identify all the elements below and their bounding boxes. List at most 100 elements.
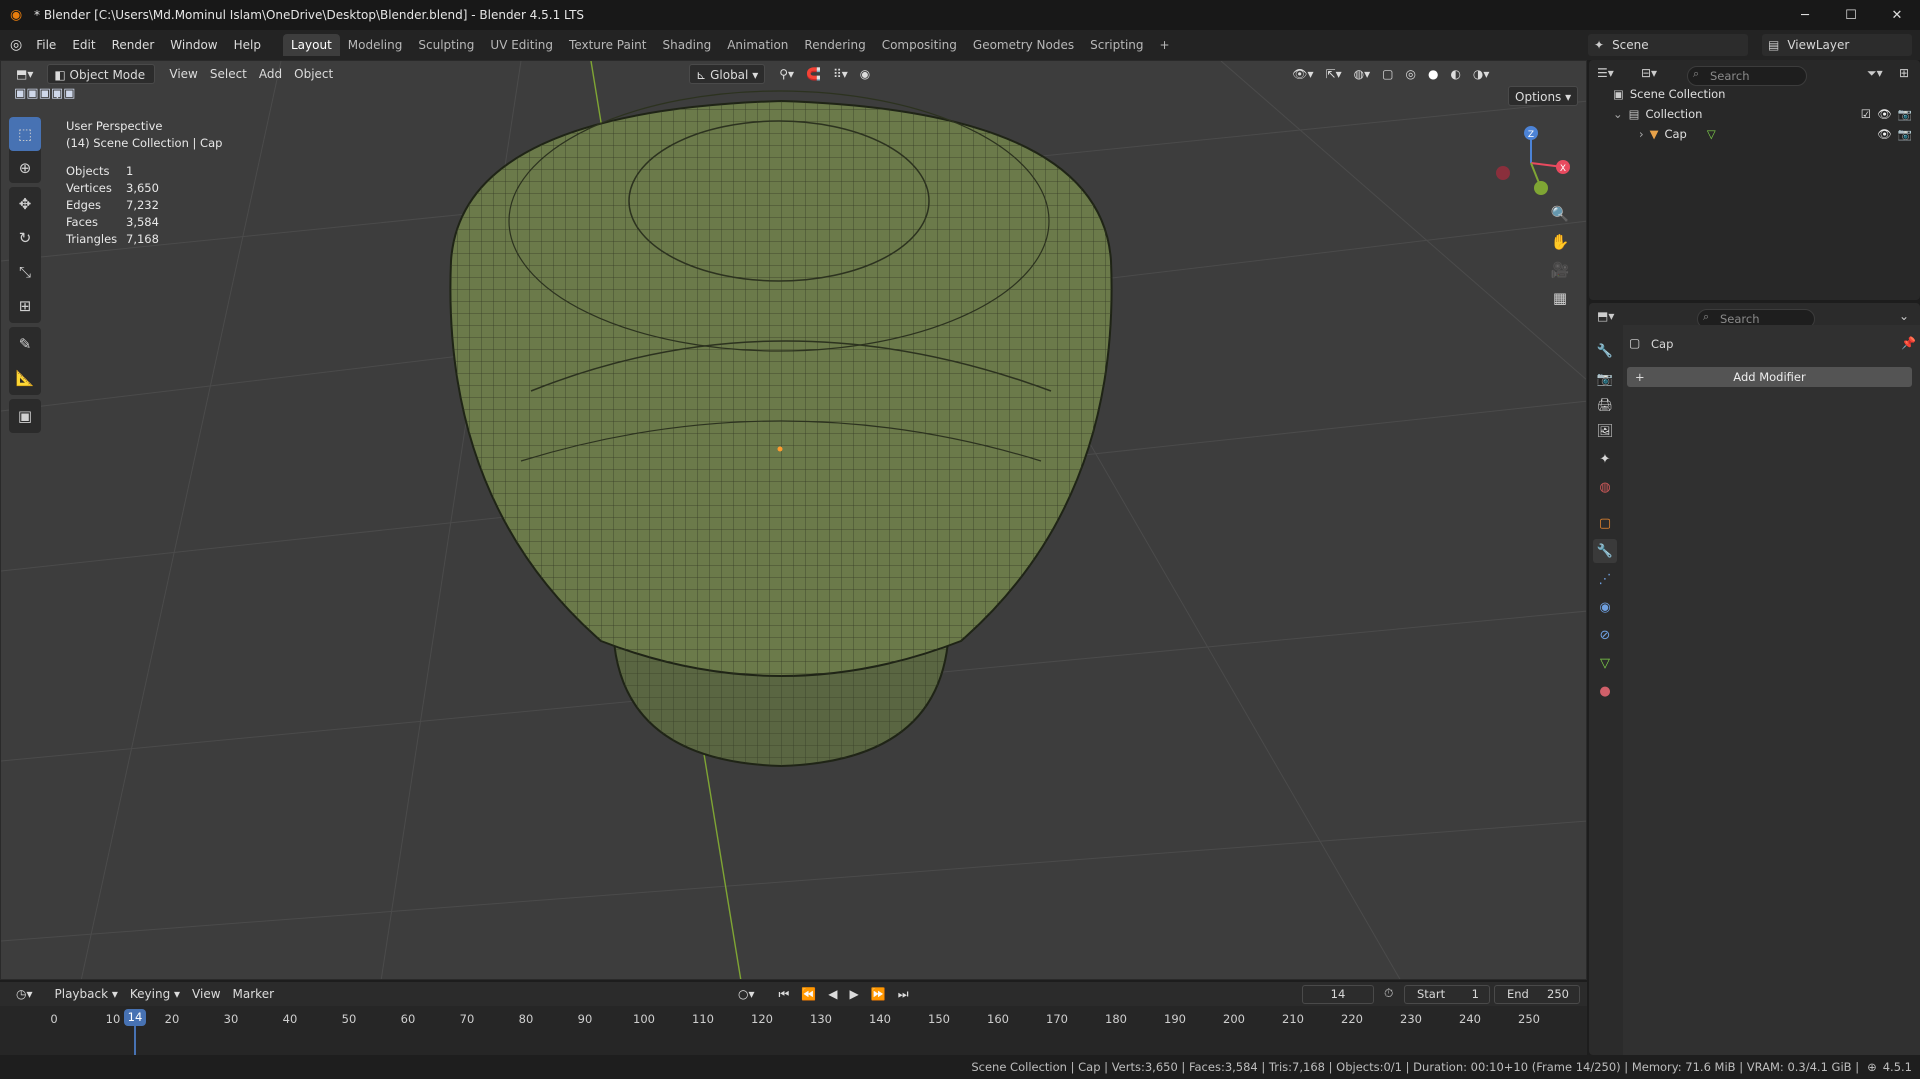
- tab-scripting[interactable]: Scripting: [1082, 34, 1151, 56]
- minimize-button[interactable]: ─: [1782, 0, 1828, 30]
- menu-object[interactable]: Object: [288, 64, 339, 84]
- auto-keying-icon[interactable]: ○▾: [732, 984, 761, 1004]
- new-collection-icon[interactable]: ⊞: [1899, 66, 1909, 80]
- timeline-editor-icon[interactable]: ◷▾: [10, 984, 39, 1004]
- menu-edit[interactable]: Edit: [64, 34, 103, 56]
- jump-keyframe-forward-icon[interactable]: ⏩: [865, 984, 892, 1004]
- scene-selector[interactable]: ✦ Scene: [1588, 34, 1748, 56]
- particles-properties-icon[interactable]: ⋰: [1593, 567, 1617, 591]
- orientation-dropdown[interactable]: ⊾ Global ▾: [689, 64, 766, 84]
- measure-tool-icon[interactable]: 📐: [9, 361, 41, 395]
- preview-range-icon[interactable]: ⏱: [1384, 986, 1393, 1001]
- visibility-icon[interactable]: 👁▾: [1286, 64, 1319, 84]
- options-dropdown[interactable]: Options ▾: [1508, 86, 1579, 106]
- shading-rendered-icon[interactable]: ◑▾: [1467, 64, 1496, 84]
- play-reverse-icon[interactable]: ◀: [822, 984, 843, 1004]
- pin-icon[interactable]: 📌: [1901, 336, 1916, 350]
- tab-modeling[interactable]: Modeling: [340, 34, 411, 56]
- scale-tool-icon[interactable]: ⤡: [9, 255, 41, 289]
- current-frame-field[interactable]: 14: [1302, 985, 1374, 1004]
- viewlayer-selector[interactable]: ▤ ViewLayer: [1762, 34, 1912, 56]
- menu-file[interactable]: File: [28, 34, 64, 56]
- rotate-tool-icon[interactable]: ↻: [9, 221, 41, 255]
- eye-icon[interactable]: 👁: [1877, 107, 1892, 121]
- tab-shading[interactable]: Shading: [654, 34, 719, 56]
- display-mode-icon[interactable]: ⊟▾: [1641, 66, 1657, 80]
- modifier-properties-icon[interactable]: 🔧: [1593, 539, 1617, 563]
- navigation-gizmo[interactable]: Z X: [1486, 123, 1576, 203]
- menu-help[interactable]: Help: [226, 34, 269, 56]
- end-frame-field[interactable]: End 250: [1494, 985, 1580, 1004]
- physics-properties-icon[interactable]: ◉: [1593, 595, 1617, 619]
- playhead-line[interactable]: [134, 1026, 136, 1055]
- world-properties-icon[interactable]: ◍: [1593, 475, 1617, 499]
- menu-add[interactable]: Add: [253, 64, 288, 84]
- shading-solid-icon[interactable]: ●: [1422, 64, 1444, 84]
- pan-hand-icon[interactable]: ✋: [1546, 229, 1574, 255]
- shading-wireframe-icon[interactable]: ◎: [1399, 64, 1421, 84]
- menu-select[interactable]: Select: [204, 64, 253, 84]
- outliner-editor-icon[interactable]: ☰▾: [1597, 66, 1614, 80]
- tab-uv-editing[interactable]: UV Editing: [482, 34, 561, 56]
- output-properties-icon[interactable]: 🖨: [1593, 393, 1617, 417]
- camera-view-icon[interactable]: 🎥: [1546, 257, 1574, 283]
- zoom-icon[interactable]: 🔍: [1546, 201, 1574, 227]
- snap-target-icon[interactable]: ⠿▾: [827, 64, 854, 84]
- move-tool-icon[interactable]: ✥: [9, 187, 41, 221]
- tab-geometry-nodes[interactable]: Geometry Nodes: [965, 34, 1082, 56]
- constraints-properties-icon[interactable]: ⊘: [1593, 623, 1617, 647]
- tab-sculpting[interactable]: Sculpting: [410, 34, 482, 56]
- tab-texture-paint[interactable]: Texture Paint: [561, 34, 654, 56]
- gizmo-y-axis[interactable]: [1534, 181, 1548, 195]
- tab-animation[interactable]: Animation: [719, 34, 796, 56]
- transform-tool-icon[interactable]: ⊞: [9, 289, 41, 323]
- timeline-ruler[interactable]: 0 10 20 30 40 50 60 70 80 90 100 110 120 130 140 150 160…: [0, 1006, 1587, 1055]
- jump-start-icon[interactable]: ⏮: [773, 984, 796, 1004]
- menu-playback[interactable]: Playback ▾: [49, 984, 124, 1004]
- outliner-search-input[interactable]: Search: [1687, 66, 1807, 86]
- annotate-tool-icon[interactable]: ✎: [9, 327, 41, 361]
- maximize-button[interactable]: ☐: [1828, 0, 1874, 30]
- start-frame-field[interactable]: Start 1: [1404, 985, 1490, 1004]
- jump-end-icon[interactable]: ⏭: [892, 984, 915, 1004]
- tab-layout[interactable]: Layout: [282, 34, 340, 56]
- menu-render[interactable]: Render: [104, 34, 163, 56]
- tab-rendering[interactable]: Rendering: [796, 34, 873, 56]
- shading-material-icon[interactable]: ◐: [1444, 64, 1466, 84]
- scene-properties-icon[interactable]: ✦: [1593, 447, 1617, 471]
- camera-icon[interactable]: 📷: [1898, 127, 1912, 141]
- chevron-down-icon[interactable]: ⌄: [1613, 107, 1623, 121]
- add-modifier-button[interactable]: + Add Modifier: [1627, 367, 1912, 387]
- playhead-frame-label[interactable]: 14: [124, 1009, 146, 1026]
- menu-marker[interactable]: Marker: [227, 984, 280, 1004]
- checkbox-icon[interactable]: ☑: [1861, 107, 1871, 121]
- gizmo-toggle-icon[interactable]: ⇱▾: [1320, 64, 1348, 84]
- close-button[interactable]: ✕: [1874, 0, 1920, 30]
- perspective-toggle-icon[interactable]: ▦: [1546, 285, 1574, 311]
- material-properties-icon[interactable]: ●: [1593, 679, 1617, 703]
- 3d-viewport[interactable]: User Perspective (14) Scene Collection |…: [0, 60, 1587, 980]
- xray-toggle-icon[interactable]: ▢: [1376, 64, 1399, 84]
- camera-icon[interactable]: 📷: [1898, 107, 1912, 121]
- play-icon[interactable]: ▶: [844, 984, 865, 1004]
- snap-icon[interactable]: 🧲: [800, 64, 827, 84]
- add-cube-tool-icon[interactable]: ▣: [9, 399, 41, 433]
- properties-editor-icon[interactable]: ⬒▾: [1597, 309, 1614, 323]
- chevron-right-icon[interactable]: ›: [1639, 127, 1644, 141]
- outliner-row-collection[interactable]: ⌄ ▤ Collection ☑ 👁 📷: [1589, 104, 1920, 124]
- mesh-object-cap[interactable]: [449, 90, 1113, 768]
- overlay-toggle-icon[interactable]: ◍▾: [1348, 64, 1377, 84]
- chevron-down-icon[interactable]: ⌄: [1899, 309, 1909, 323]
- editor-type-icon[interactable]: ⬒▾: [10, 64, 39, 84]
- view-layer-properties-icon[interactable]: 🖼: [1593, 419, 1617, 443]
- blender-menu-icon[interactable]: ◎: [10, 37, 22, 53]
- tab-compositing[interactable]: Compositing: [874, 34, 965, 56]
- add-workspace-button[interactable]: +: [1152, 34, 1178, 56]
- menu-view[interactable]: View: [163, 64, 203, 84]
- proportional-edit-icon[interactable]: ◉: [854, 64, 876, 84]
- outliner-row-scene-collection[interactable]: ▣ Scene Collection: [1589, 84, 1920, 104]
- mode-dropdown[interactable]: ◧ Object Mode ▾: [47, 64, 156, 102]
- data-properties-icon[interactable]: ▽: [1593, 651, 1617, 675]
- menu-timeline-view[interactable]: View: [186, 984, 226, 1004]
- tool-properties-icon[interactable]: 🔧: [1593, 339, 1617, 363]
